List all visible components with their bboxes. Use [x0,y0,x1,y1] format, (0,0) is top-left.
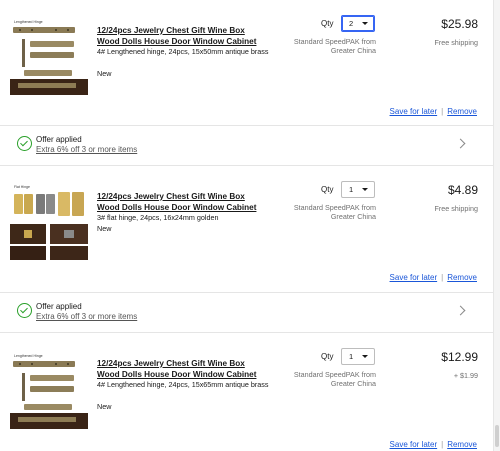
item-price: $25.98 [441,17,478,31]
remove-link[interactable]: Remove [447,273,477,282]
separator: | [441,440,444,449]
offer-title: Offer applied [36,302,82,311]
caret-down-icon [362,188,368,191]
offer-detail-link[interactable]: Extra 6% off 3 or more items [36,312,137,321]
chevron-right-icon[interactable] [455,305,466,316]
cart-item: Lengthened Hinge 12/24pcs Jewelry Chest … [0,333,494,451]
cart-item: Lengthened Hinge 12/24pcs Jewelry Chest … [0,0,494,125]
qty-select[interactable]: 1 [341,181,375,198]
offer-row[interactable]: Offer applied Extra 6% off 3 or more ite… [0,126,494,166]
scrollbar[interactable] [493,0,500,451]
item-variant: 4# Lengthened hinge, 24pcs, 15x65mm anti… [97,380,269,389]
svg-text:Lengthened Hinge: Lengthened Hinge [14,354,43,358]
item-title-link[interactable]: 12/24pcs Jewelry Chest Gift Wine Box Woo… [97,25,267,47]
check-circle-icon [17,136,32,151]
shipping-cost: Free shipping [434,204,478,213]
item-variant: 4# Lengthened hinge, 24pcs, 15x50mm anti… [97,47,269,56]
qty-label: Qty [321,185,334,194]
item-actions: Save for later | Remove [390,273,477,282]
offer-row[interactable]: Offer applied Extra 6% off 3 or more ite… [0,293,494,333]
qty-label: Qty [321,352,334,361]
remove-link[interactable]: Remove [447,440,477,449]
svg-text:Lengthened Hinge: Lengthened Hinge [14,20,43,24]
caret-down-icon [362,22,368,25]
offer-title: Offer applied [36,135,82,144]
save-for-later-link[interactable]: Save for later [390,107,438,116]
shipping-cost: + $1.99 [453,371,478,380]
qty-value: 1 [349,185,354,194]
item-thumbnail[interactable]: Lengthened Hinge [10,17,88,95]
qty-select[interactable]: 1 [341,348,375,365]
item-price: $4.89 [447,183,478,197]
shipping-method: Standard SpeedPAK from Greater China [293,370,376,388]
separator: | [441,107,444,116]
item-condition: New [97,402,112,411]
shipping-cost: Free shipping [434,38,478,47]
item-title-link[interactable]: 12/24pcs Jewelry Chest Gift Wine Box Woo… [97,191,267,213]
item-actions: Save for later | Remove [390,107,477,116]
qty-value: 1 [349,352,354,361]
item-condition: New [97,224,112,233]
hinge-golden-icon: Flat Hinge [10,182,88,260]
separator: | [441,273,444,282]
remove-link[interactable]: Remove [447,107,477,116]
save-for-later-link[interactable]: Save for later [390,440,438,449]
item-thumbnail[interactable]: Flat Hinge [10,182,88,260]
shipping-method: Standard SpeedPAK from Greater China [293,203,376,221]
item-condition: New [97,69,112,78]
qty-value: 2 [349,19,354,28]
save-for-later-link[interactable]: Save for later [390,273,438,282]
item-title-link[interactable]: 12/24pcs Jewelry Chest Gift Wine Box Woo… [97,358,267,380]
svg-text:Flat Hinge: Flat Hinge [14,185,30,189]
shipping-method: Standard SpeedPAK from Greater China [293,37,376,55]
item-variant: 3# flat hinge, 24pcs, 16x24mm golden [97,213,219,222]
item-price: $12.99 [441,350,478,364]
cart-item: Flat Hinge 12/24pcs Jewelry Chest Gift W… [0,166,494,292]
hinge-brass-icon: Lengthened Hinge [10,351,88,429]
item-actions: Save for later | Remove [390,440,477,449]
qty-select[interactable]: 2 [341,15,375,32]
cart-page: Lengthened Hinge 12/24pcs Jewelry Chest … [0,0,500,451]
qty-label: Qty [321,19,334,28]
offer-detail-link[interactable]: Extra 6% off 3 or more items [36,145,137,154]
caret-down-icon [362,355,368,358]
scrollbar-thumb[interactable] [495,425,499,447]
hinge-brass-icon: Lengthened Hinge [10,17,88,95]
item-thumbnail[interactable]: Lengthened Hinge [10,351,88,429]
chevron-right-icon[interactable] [455,138,466,149]
check-circle-icon [17,303,32,318]
